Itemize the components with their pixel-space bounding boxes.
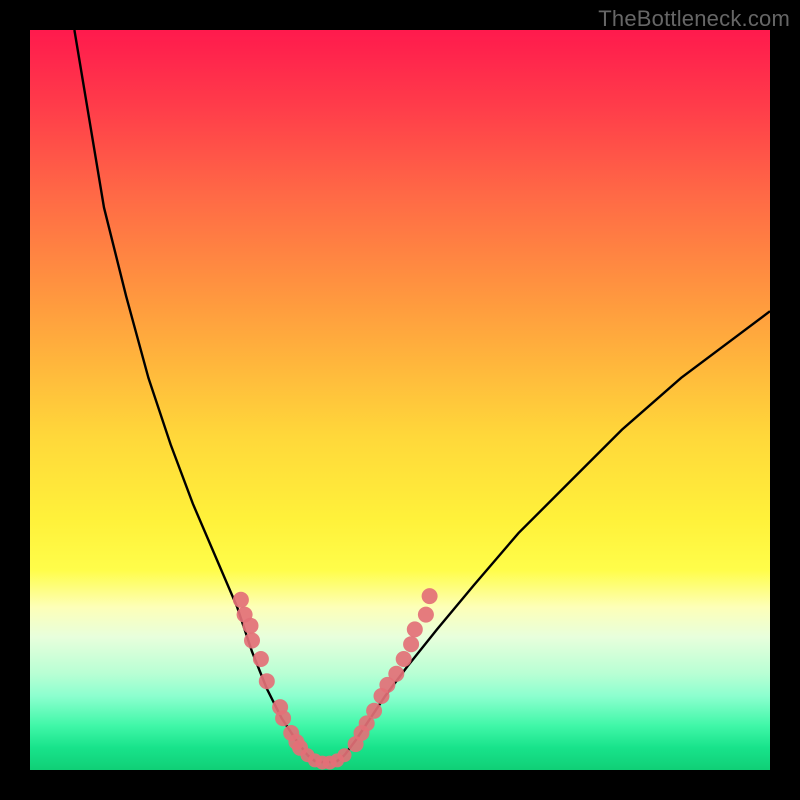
data-dot xyxy=(388,666,404,682)
curve-svg xyxy=(30,30,770,770)
data-dot xyxy=(259,673,275,689)
data-dot xyxy=(366,703,382,719)
data-dot xyxy=(275,710,291,726)
data-dot xyxy=(407,621,423,637)
data-dot xyxy=(243,618,259,634)
curve-right xyxy=(345,311,771,755)
data-dot xyxy=(418,607,434,623)
data-dots xyxy=(233,588,438,770)
data-dot xyxy=(233,592,249,608)
data-dot xyxy=(403,636,419,652)
watermark-text: TheBottleneck.com xyxy=(598,6,790,32)
chart-frame: TheBottleneck.com xyxy=(0,0,800,800)
data-dot xyxy=(338,748,352,762)
data-dot xyxy=(396,651,412,667)
plot-area xyxy=(30,30,770,770)
data-dot xyxy=(244,633,260,649)
data-dot xyxy=(422,588,438,604)
data-dot xyxy=(253,651,269,667)
curve-left xyxy=(74,30,307,755)
